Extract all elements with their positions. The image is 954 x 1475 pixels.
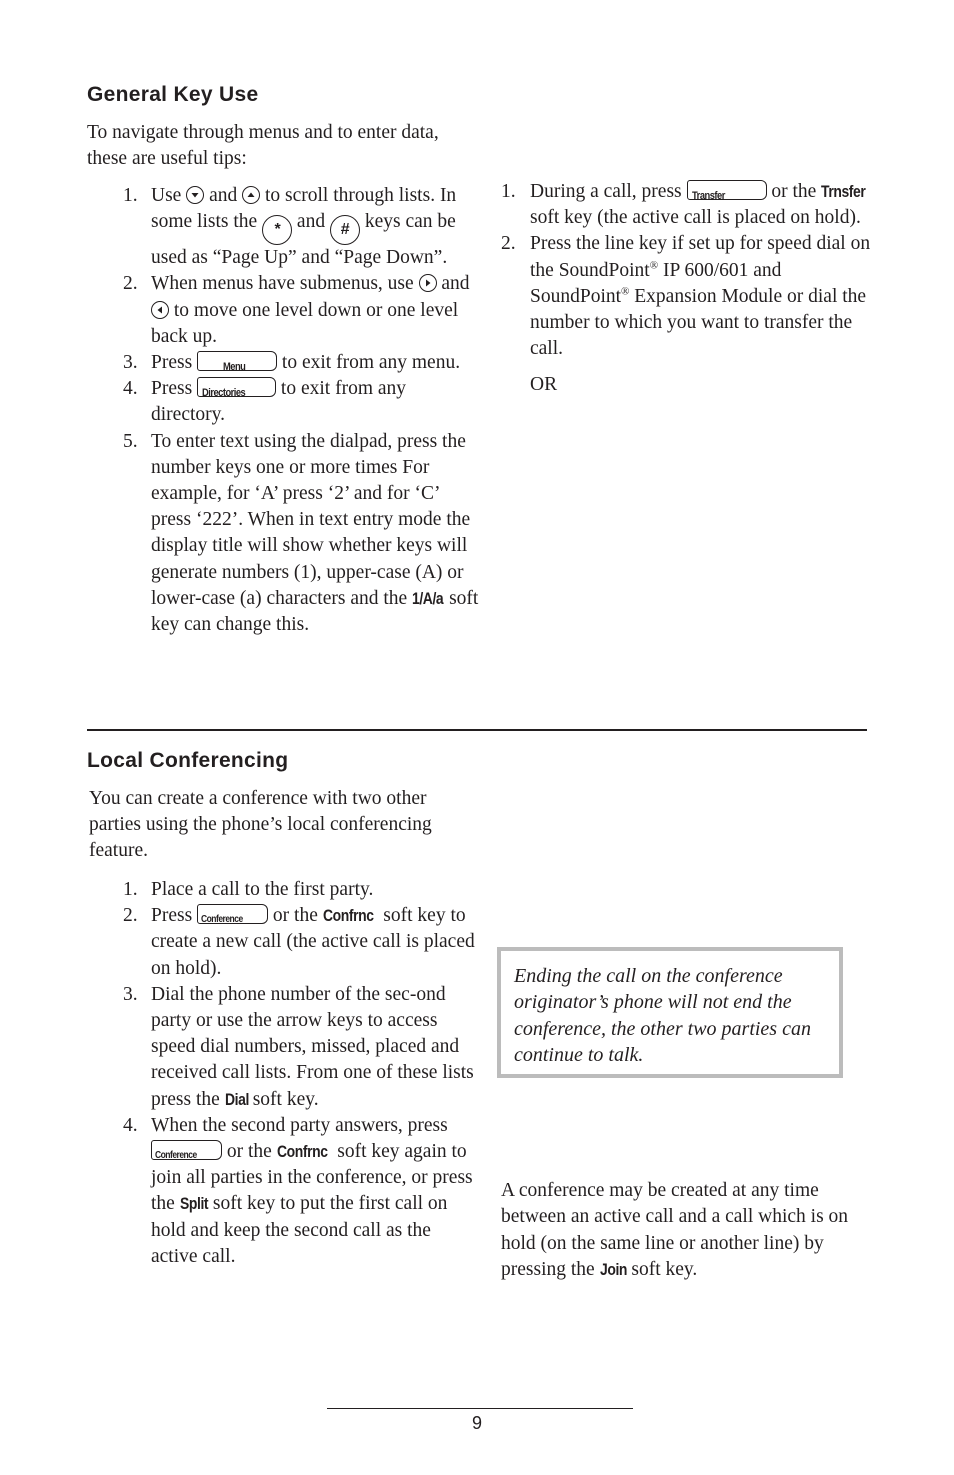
hash-key-icon: # bbox=[329, 215, 360, 246]
general-key-use-list: 1. Use and to scroll through lists. In s… bbox=[87, 183, 479, 638]
list-item: 2. Press the line key if set up for spee… bbox=[501, 233, 871, 360]
directories-key-icon: Directories bbox=[197, 377, 277, 399]
transfer-steps: 1. During a call, press Transfer or the … bbox=[501, 179, 871, 398]
transfer-list: 1. During a call, press Transfer or the … bbox=[501, 179, 871, 362]
join-paragraph: A conference may be created at any time … bbox=[501, 1178, 871, 1283]
menu-key-icon: Menu bbox=[197, 351, 278, 373]
list-item: 5. To enter text using the dialpad, pres… bbox=[123, 430, 479, 636]
list-item: 3. Dial the phone number of the sec-ond … bbox=[87, 982, 479, 1113]
softkey-label: Split bbox=[179, 1194, 209, 1214]
list-item: 1. Place a call to the first party. bbox=[123, 879, 374, 900]
section-divider bbox=[87, 729, 867, 731]
general-key-use-intro: To navigate through menus and to enter d… bbox=[87, 122, 439, 169]
softkey-label: Confrnc bbox=[276, 1142, 328, 1162]
footer-rule bbox=[327, 1408, 633, 1409]
section-heading-local-conferencing: Local Conferencing bbox=[87, 749, 289, 772]
list-item: 4. When the second party answers, press … bbox=[123, 1114, 473, 1267]
section-heading-general-key-use: General Key Use bbox=[87, 83, 259, 106]
list-item: 4. Press Directories to exit from any di… bbox=[123, 377, 407, 426]
star-key-icon: * bbox=[262, 215, 293, 246]
list-item: 2. When menus have submenus, use and to … bbox=[123, 273, 470, 347]
down-arrow-key-icon bbox=[186, 186, 205, 204]
page-number: 9 bbox=[471, 1413, 482, 1433]
or-label: OR bbox=[530, 374, 558, 396]
softkey-label: 1/A/a bbox=[412, 588, 444, 608]
note-text: Ending the call on the conference origin… bbox=[514, 965, 811, 1066]
softkey-label: Confrnc bbox=[322, 906, 374, 926]
transfer-key-icon: Transfer bbox=[686, 180, 767, 202]
list-item: 1. During a call, press Transfer or the … bbox=[501, 180, 866, 229]
softkey-label: Join bbox=[599, 1259, 627, 1279]
right-arrow-key-icon bbox=[418, 274, 437, 293]
left-arrow-key-icon bbox=[151, 300, 169, 319]
local-conferencing-list: 1. Place a call to the first party. 2. P… bbox=[87, 877, 479, 1270]
local-conferencing-intro: You can create a conference with two oth… bbox=[89, 788, 432, 861]
up-arrow-key-icon bbox=[242, 186, 261, 204]
softkey-label: Dial bbox=[224, 1089, 249, 1109]
conference-key-icon: Conference bbox=[151, 1140, 222, 1161]
list-item: 3. Press Menu to exit from any menu. bbox=[123, 351, 461, 374]
conference-key-icon: Conference bbox=[197, 904, 269, 925]
list-item: 1. Use and to scroll through lists. In s… bbox=[123, 185, 457, 269]
list-item: 2. Press Conference or the Confrnc soft … bbox=[123, 904, 475, 979]
note-box: Ending the call on the conference origin… bbox=[497, 947, 843, 1078]
softkey-label: Trnsfer bbox=[821, 182, 866, 201]
